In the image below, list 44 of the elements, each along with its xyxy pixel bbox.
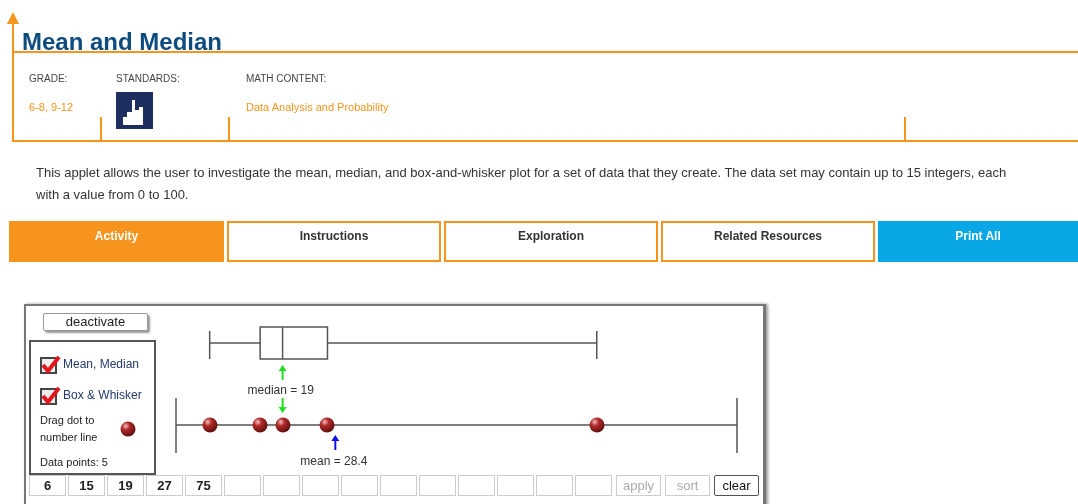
value-input[interactable] (536, 475, 573, 496)
value-input[interactable] (497, 475, 534, 496)
value-input[interactable] (341, 475, 378, 496)
value-input[interactable] (302, 475, 339, 496)
value-input[interactable] (419, 475, 456, 496)
info-value: 6-8, 9-12 (29, 100, 75, 115)
median-label: median = 19 (247, 382, 314, 399)
info-label: STANDARDS: (116, 72, 181, 86)
option-label: Mean, Median (63, 355, 140, 373)
tab[interactable]: Exploration (444, 221, 658, 262)
data-dot[interactable] (201, 417, 218, 433)
value-input[interactable] (224, 475, 261, 496)
data-points-label: Data points: (40, 455, 99, 470)
value-input[interactable]: 6 (29, 475, 66, 496)
draggable-dot[interactable] (120, 421, 136, 437)
value-input[interactable] (380, 475, 417, 496)
page-title: Mean and Median (22, 29, 223, 55)
up-arrow-icon (278, 365, 287, 380)
data-points-count: 5 (101, 455, 108, 470)
bar-chart-icon (116, 92, 153, 129)
description: This applet allows the user to investigate the mean, median, and box-and-whisker plot for a set of data that they create. The data set may contain up to 15 integers, each with a value from 0 to 100. (36, 164, 1008, 204)
data-dot[interactable] (252, 417, 269, 433)
value-input[interactable]: 75 (185, 475, 222, 496)
tab[interactable]: Related Resources (661, 221, 875, 262)
drag-hint: Drag dot to number line (40, 413, 99, 445)
value-input[interactable] (458, 475, 495, 496)
tab[interactable]: Instructions (227, 221, 441, 262)
info-label: MATH CONTENT: (246, 72, 328, 86)
data-dot[interactable] (588, 417, 605, 433)
data-dot[interactable] (319, 417, 336, 433)
value-input[interactable]: 19 (107, 475, 144, 496)
option-label: Box & Whisker (63, 386, 142, 404)
data-dot[interactable] (274, 417, 291, 433)
mean-label: mean = 28.4 (300, 453, 368, 470)
up-arrow-icon (331, 435, 340, 450)
down-arrow-icon (278, 398, 287, 413)
action-button[interactable]: clear (714, 475, 759, 496)
value-input[interactable]: 15 (68, 475, 105, 496)
info-label: GRADE: (29, 72, 69, 86)
value-input[interactable] (575, 475, 612, 496)
info-value: Data Analysis and Probability (246, 100, 390, 115)
value-input[interactable]: 27 (146, 475, 183, 496)
value-input[interactable] (263, 475, 300, 496)
deactivate-button[interactable]: deactivate (43, 313, 148, 331)
